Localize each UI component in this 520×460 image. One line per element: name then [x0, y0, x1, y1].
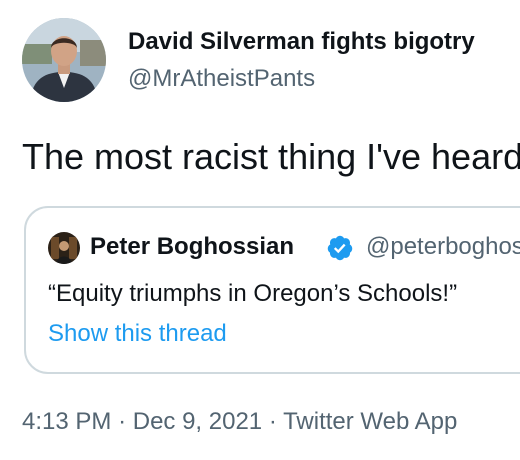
quoted-author-avatar[interactable] — [48, 232, 80, 264]
quoted-author-name[interactable]: Peter Boghossian — [90, 233, 294, 261]
tweet-client[interactable]: Twitter Web App — [283, 408, 457, 435]
tweet-meta: 4:13 PM · Dec 9, 2021 · Twitter Web App — [22, 408, 457, 436]
quoted-tweet-text: “Equity triumphs in Oregon’s Schools!” — [48, 280, 458, 307]
verified-badge-icon — [327, 235, 353, 261]
author-handle[interactable]: @MrAtheistPants — [128, 65, 315, 93]
author-avatar-photo — [22, 18, 106, 102]
tweet-date[interactable]: Dec 9, 2021 — [133, 408, 262, 435]
quoted-author-avatar-photo — [48, 232, 80, 264]
tweet-time[interactable]: 4:13 PM — [22, 408, 111, 435]
author-avatar[interactable] — [22, 18, 106, 102]
meta-separator: · — [268, 408, 277, 435]
show-thread-link[interactable]: Show this thread — [48, 320, 227, 348]
quoted-author-handle[interactable]: @peterboghossian — [366, 233, 520, 261]
author-name[interactable]: David Silverman fights bigotry — [128, 28, 475, 56]
tweet-page: David Silverman fights bigotry @MrAtheis… — [0, 0, 520, 460]
meta-separator: · — [118, 408, 127, 435]
tweet-text: The most racist thing I've heard — [22, 136, 520, 177]
